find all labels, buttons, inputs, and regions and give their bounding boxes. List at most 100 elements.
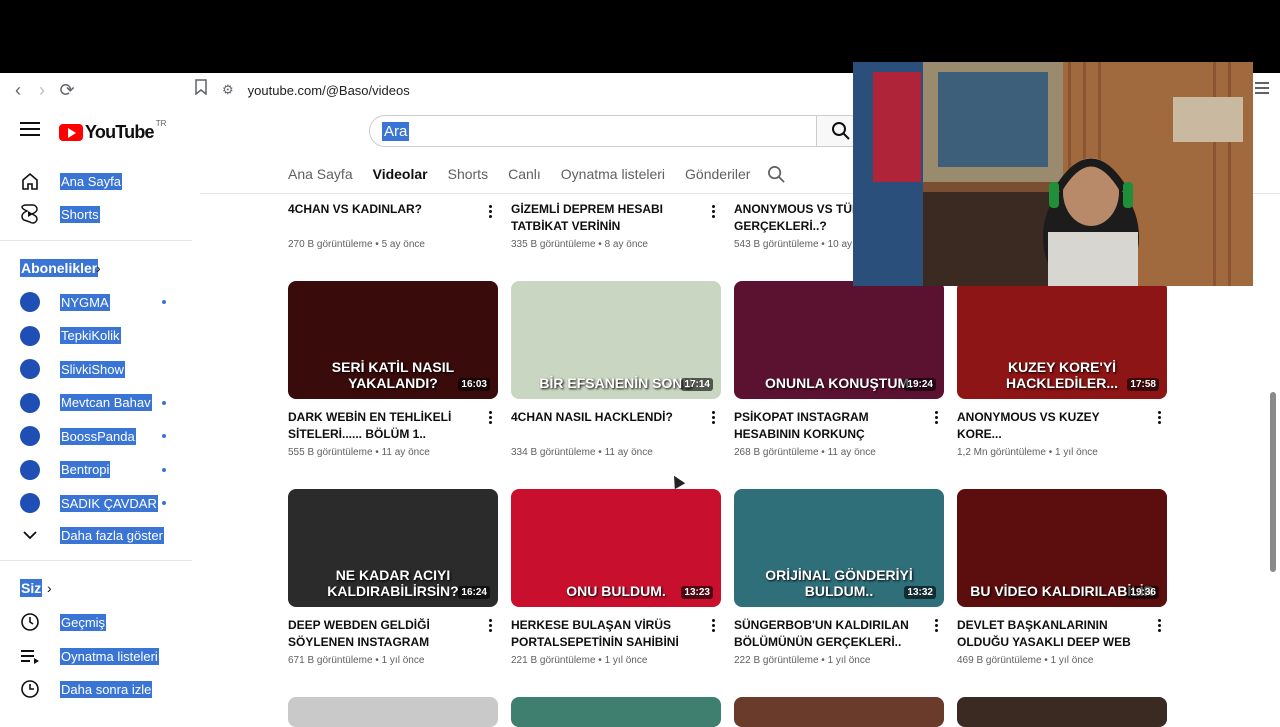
clock-icon	[20, 679, 40, 699]
video-thumbnail[interactable]: KUZEY KORE'Yİ HACKLEDİLER... 17:58	[957, 281, 1167, 399]
video-card[interactable]: KUZEY KORE'Yİ HACKLEDİLER... 17:58 ANONYMO…	[957, 281, 1167, 458]
video-thumbnail[interactable]: ORİJİNAL GÖNDERİYİ BULDUM.. 13:32	[734, 489, 944, 607]
more-options-icon[interactable]	[935, 619, 939, 634]
video-thumbnail[interactable]: BU VİDEO KALDIRILABİLİR 19:36	[957, 489, 1167, 607]
webcam-overlay	[853, 62, 1253, 286]
tab-item[interactable]: Oynatma listeleri	[561, 166, 665, 182]
tab-item[interactable]: Ana Sayfa	[288, 166, 353, 182]
video-title[interactable]: 4CHAN VS KADINLAR?	[288, 201, 473, 235]
video-thumbnail[interactable]	[288, 697, 498, 727]
avatar	[20, 392, 40, 413]
video-title[interactable]: DARK WEBİN EN TEHLİKELİ SİTELERİ...... B…	[288, 409, 473, 443]
new-content-dot	[162, 467, 166, 472]
video-meta: 555 B görüntüleme • 11 ay önce	[288, 447, 430, 458]
tab-item[interactable]: Gönderiler	[685, 166, 750, 182]
video-card[interactable]: NE KADAR ACIYI KALDIRABİLİRSİN? 16:24 DEEP…	[288, 489, 498, 666]
video-thumbnail[interactable]: BİR EFSANENİN SONU 17:14	[511, 281, 721, 399]
hamburger-menu-icon[interactable]	[20, 122, 40, 138]
channel-tabs: Ana Sayfa Videolar Shorts Canlı Oynatma list…	[288, 162, 770, 186]
more-options-icon[interactable]	[935, 411, 939, 426]
video-card[interactable]: 4CHAN VS KADINLAR? 270 B görüntüleme • 5 …	[288, 193, 498, 250]
mouse-cursor	[668, 472, 686, 490]
duration-badge: 13:23	[681, 586, 713, 599]
youtube-logo[interactable]: YouTube TR	[59, 119, 166, 143]
video-title[interactable]: PSİKOPAT INSTAGRAM HESABININ KORKUNÇ GER…	[734, 409, 919, 443]
more-options-icon[interactable]	[1158, 411, 1162, 426]
subscriptions-header[interactable]: Abonelikler ›	[0, 251, 120, 285]
video-title[interactable]: DEEP WEBDEN GELDİĞİ SÖYLENEN INSTAGRAM H…	[288, 617, 473, 651]
video-meta: 1,2 Mn görüntüleme • 1 yıl önce	[957, 447, 1098, 458]
more-options-icon[interactable]	[1158, 619, 1162, 634]
divider	[0, 560, 192, 561]
video-thumbnail[interactable]	[957, 697, 1167, 727]
duration-badge: 19:24	[904, 378, 936, 391]
tab-item[interactable]: Canlı	[508, 166, 541, 182]
chevron-down-icon	[20, 525, 40, 545]
video-title[interactable]: GİZEMLİ DEPREM HESABI TATBİKAT VERİNİN S…	[511, 201, 696, 235]
forward-icon[interactable]: ›	[30, 78, 54, 102]
back-icon[interactable]: ‹	[6, 78, 30, 102]
video-card[interactable]: BİR EFSANENİN SONU 17:14 4CHAN NASIL HACKL…	[511, 281, 721, 458]
video-title[interactable]: HERKESE BULAŞAN VİRÜS PORTALSEPETİNİN SA…	[511, 617, 696, 651]
search-input[interactable]: Ara	[369, 115, 817, 147]
duration-badge: 16:24	[458, 586, 490, 599]
tab-item[interactable]: Videolar	[373, 166, 428, 182]
more-options-icon[interactable]	[712, 205, 716, 220]
bookmark-icon[interactable]	[194, 79, 208, 100]
video-title[interactable]: DEVLET BAŞKANLARININ OLDUĞU YASAKLI DEEP…	[957, 617, 1142, 651]
new-content-dot	[162, 400, 166, 405]
video-thumbnail[interactable]: ONUNLA KONUŞTUM. 19:24	[734, 281, 944, 399]
site-info-icon[interactable]: ⚙	[222, 82, 234, 98]
video-thumbnail[interactable]	[734, 697, 944, 727]
video-card[interactable]: ORİJİNAL GÖNDERİYİ BULDUM.. 13:32 SÜNGERBO…	[734, 489, 944, 666]
video-thumbnail[interactable]: SERİ KATİL NASIL YAKALANDI? 16:03	[288, 281, 498, 399]
tab-item[interactable]: Shorts	[448, 166, 488, 182]
duration-badge: 13:32	[904, 586, 936, 599]
more-options-icon[interactable]	[489, 619, 493, 634]
more-options-icon[interactable]	[712, 619, 716, 634]
video-card[interactable]: BU VİDEO KALDIRILABİLİR 19:36 DEVLET BAŞKA…	[957, 489, 1167, 666]
home-icon	[20, 171, 40, 191]
video-title[interactable]: ANONYMOUS VS KUZEY KORE...	[957, 409, 1142, 443]
url-text: youtube.com/@Baso/videos	[247, 82, 410, 98]
you-header[interactable]: Siz ›	[0, 571, 80, 605]
more-options-icon[interactable]	[489, 205, 493, 220]
tab-search-icon[interactable]	[767, 165, 786, 189]
history-icon	[20, 612, 40, 632]
video-card[interactable]: ONUNLA KONUŞTUM. 19:24 PSİKOPAT INSTAGRAM …	[734, 281, 944, 458]
avatar	[20, 426, 40, 446]
video-title[interactable]: 4CHAN NASIL HACKLENDİ?	[511, 409, 696, 443]
video-meta: 335 B görüntüleme • 8 ay önce	[511, 239, 648, 250]
video-card[interactable]: SERİ KATİL NASIL YAKALANDI? 16:03 DARK WEB…	[288, 281, 498, 458]
video-thumbnail[interactable]: NE KADAR ACIYI KALDIRABİLİRSİN? 16:24	[288, 489, 498, 607]
duration-badge: 19:36	[1127, 586, 1159, 599]
avatar	[20, 359, 40, 379]
video-thumbnail[interactable]	[511, 697, 721, 727]
more-options-icon[interactable]	[489, 411, 493, 426]
new-content-dot	[162, 501, 166, 505]
address-bar[interactable]: ⚙ youtube.com/@Baso/videos	[222, 77, 410, 103]
duration-badge: 17:58	[1127, 378, 1159, 391]
video-meta: 221 B görüntüleme • 1 yıl önce	[511, 655, 648, 666]
video-card[interactable]: ONU BULDUM. 13:23 HERKESE BULAŞAN VİRÜS PO…	[511, 489, 721, 666]
video-thumbnail[interactable]: ONU BULDUM. 13:23	[511, 489, 721, 607]
chevron-right-icon: ›	[96, 260, 101, 276]
reload-icon[interactable]: ⟳	[55, 78, 79, 102]
more-options-icon[interactable]	[712, 411, 716, 426]
search-icon	[832, 122, 850, 140]
video-meta: 222 B görüntüleme • 1 yıl önce	[734, 655, 871, 666]
video-meta: 268 B görüntüleme • 11 ay önce	[734, 447, 876, 458]
playlist-icon	[20, 646, 40, 666]
video-card[interactable]: GİZEMLİ DEPREM HESABI TATBİKAT VERİNİN S…	[511, 193, 721, 250]
shorts-icon	[20, 204, 40, 224]
youtube-play-icon	[59, 124, 83, 141]
video-meta: 334 B görüntüleme • 11 ay önce	[511, 447, 653, 458]
avatar	[20, 493, 40, 513]
video-title[interactable]: SÜNGERBOB'UN KALDIRILAN BÖLÜMÜNÜN GERÇEK…	[734, 617, 919, 651]
browser-menu-icon[interactable]	[1255, 81, 1269, 99]
new-content-dot	[162, 434, 166, 438]
scrollbar-thumb[interactable]	[1270, 392, 1276, 572]
avatar	[20, 325, 40, 346]
chevron-right-icon: ›	[47, 580, 52, 596]
duration-badge: 17:14	[681, 378, 713, 391]
